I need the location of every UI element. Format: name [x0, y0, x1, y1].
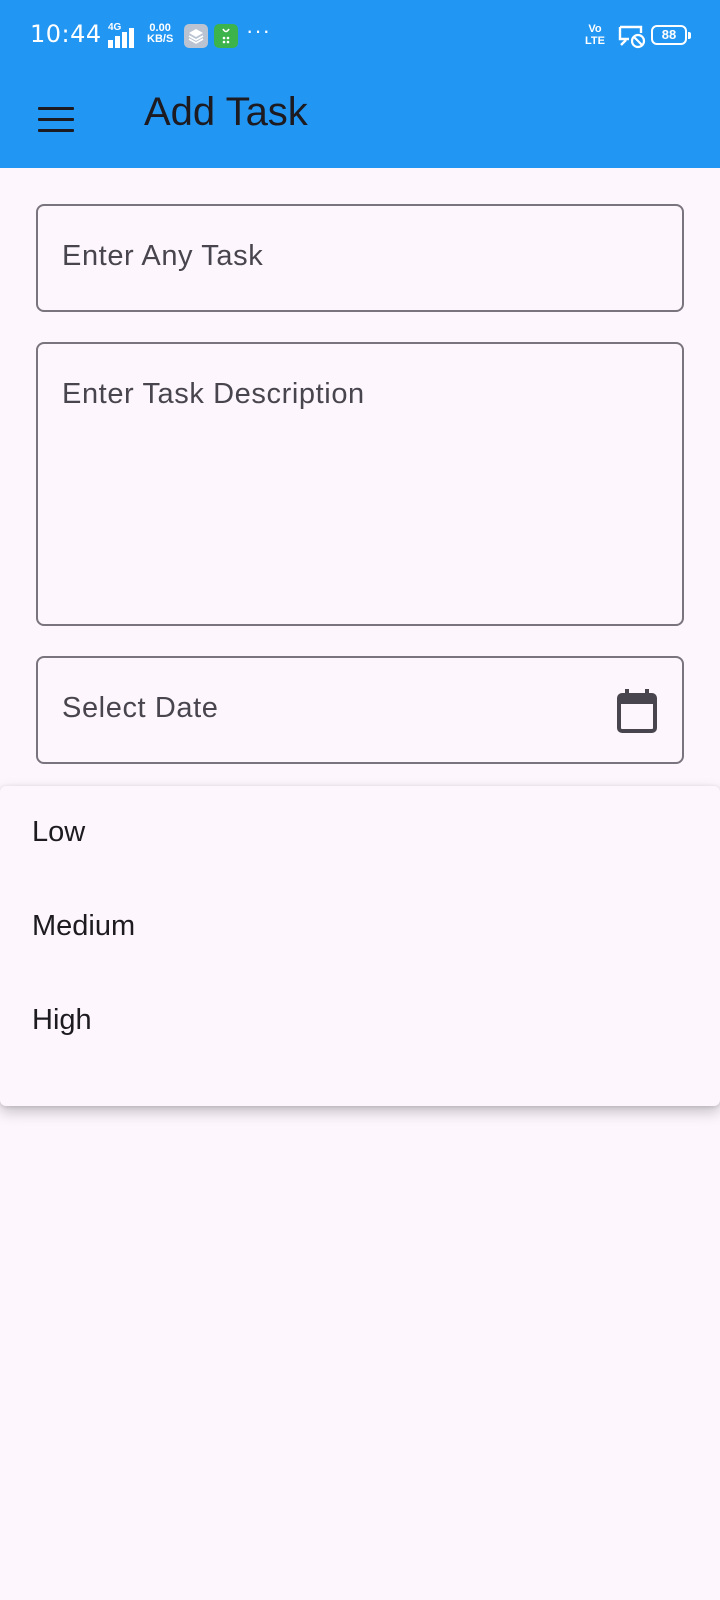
date-picker-field[interactable]: Select Date [36, 656, 684, 764]
status-time: 10:44 [30, 20, 102, 48]
priority-dropdown-menu: Low Medium High [0, 786, 720, 1106]
menu-icon[interactable] [28, 92, 84, 148]
signal-icon: 4G [108, 22, 142, 48]
app-bar: Add Task [0, 72, 720, 168]
header: 10:44 4G 0.00 KB/S ··· Vo LTE 88 Add Tas… [0, 0, 720, 168]
priority-option-low[interactable]: Low [0, 786, 720, 882]
priority-option-medium[interactable]: Medium [0, 880, 720, 976]
cast-blocked-icon [617, 23, 647, 49]
layers-app-icon [184, 24, 208, 48]
priority-option-label: High [32, 1004, 92, 1036]
volte-bottom: LTE [585, 35, 605, 47]
priority-option-label: Low [32, 816, 86, 848]
task-placeholder: Enter Any Task [62, 240, 264, 272]
network-speed: 0.00 KB/S [147, 23, 173, 45]
task-description-input[interactable]: Enter Task Description [36, 342, 684, 626]
priority-option-label: Medium [32, 910, 136, 942]
priority-option-high[interactable]: High [0, 974, 720, 1070]
status-bar: 10:44 4G 0.00 KB/S ··· Vo LTE 88 [0, 0, 720, 72]
page-title: Add Task [144, 90, 308, 134]
volte-icon: Vo LTE [585, 23, 605, 47]
volte-top: Vo [588, 23, 602, 35]
battery-icon: 88 [651, 25, 691, 45]
more-notifications-icon: ··· [246, 18, 271, 43]
description-placeholder: Enter Task Description [62, 378, 365, 410]
task-input[interactable]: Enter Any Task [36, 204, 684, 312]
calendar-icon[interactable] [616, 688, 658, 734]
date-placeholder: Select Date [62, 692, 219, 724]
network-type: 4G [108, 22, 122, 33]
speed-unit: KB/S [147, 33, 174, 45]
green-app-icon [214, 24, 238, 48]
